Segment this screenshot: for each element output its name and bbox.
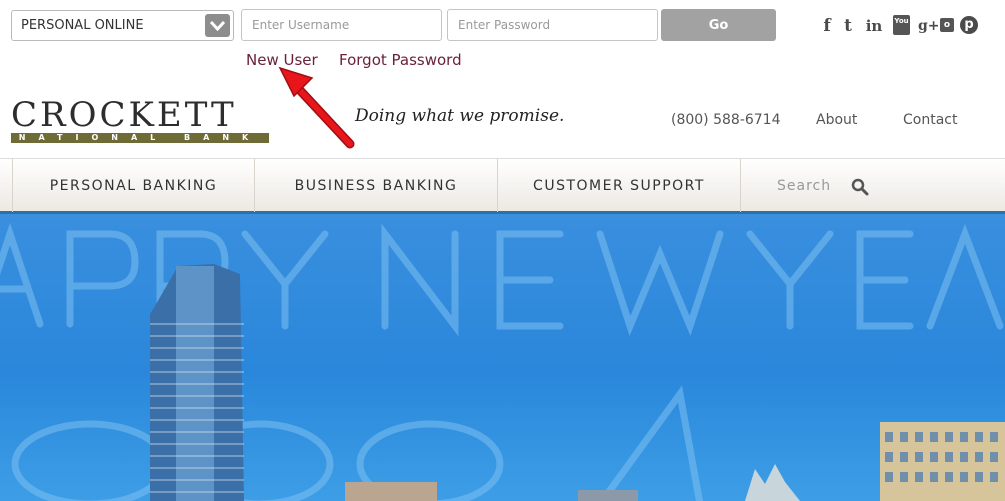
phone-number: (800) 588-6714: [671, 112, 781, 128]
youtube-icon[interactable]: You: [893, 15, 910, 35]
linkedin-icon[interactable]: in: [864, 15, 884, 37]
skyline-image: [0, 222, 1005, 501]
search-input[interactable]: Search: [777, 178, 831, 194]
tagline: Doing what we promise.: [355, 106, 565, 126]
tumblr-icon[interactable]: t: [842, 15, 854, 37]
contact-link[interactable]: Contact: [903, 112, 957, 128]
account-type-select[interactable]: PERSONAL ONLINE: [11, 10, 234, 41]
main-nav: PERSONAL BANKING BUSINESS BANKING CUSTOM…: [0, 158, 1005, 214]
password-input[interactable]: [447, 9, 658, 41]
annotation-arrow-icon: [278, 66, 355, 149]
google-plus-icon[interactable]: g+: [918, 15, 940, 37]
chevron-down-icon[interactable]: [205, 14, 230, 37]
bank-logo[interactable]: CROCKETT NATIONAL BANK: [11, 97, 269, 145]
about-link[interactable]: About: [816, 112, 857, 128]
logo-wordmark: CROCKETT: [11, 95, 237, 135]
account-type-value: PERSONAL ONLINE: [21, 18, 144, 33]
search-icon[interactable]: [851, 178, 869, 196]
instagram-icon[interactable]: o: [940, 18, 954, 32]
facebook-icon[interactable]: f: [822, 15, 832, 37]
logo-subtitle: NATIONAL BANK: [11, 133, 269, 143]
hero-banner[interactable]: [0, 214, 1005, 501]
nav-business-banking[interactable]: BUSINESS BANKING: [255, 159, 498, 212]
nav-personal-banking[interactable]: PERSONAL BANKING: [12, 159, 255, 212]
pinterest-icon[interactable]: p: [960, 16, 978, 34]
go-button[interactable]: Go: [661, 9, 776, 41]
nav-customer-support[interactable]: CUSTOMER SUPPORT: [498, 159, 741, 212]
username-input[interactable]: [241, 9, 442, 41]
